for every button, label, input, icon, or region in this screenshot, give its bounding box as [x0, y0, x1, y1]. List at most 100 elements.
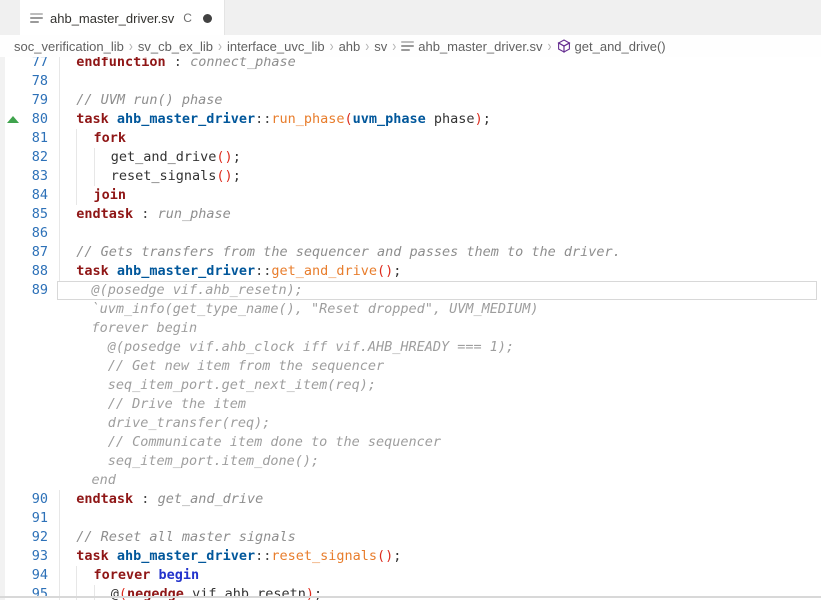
code-line-82[interactable]: 82get_and_drive(); [0, 148, 821, 167]
line-number[interactable] [26, 452, 48, 471]
symbol-method-icon [557, 39, 571, 53]
ghost-suggestion-line[interactable]: // Communicate item done to the sequence… [0, 433, 821, 452]
token-type: ahb_master_driver [117, 263, 255, 279]
ghost-text: `uvm_info(get_type_name(), "Reset droppe… [92, 301, 539, 317]
glyph-margin [0, 110, 26, 129]
code-line-84[interactable]: 84 join [0, 186, 821, 205]
line-number[interactable]: 94 [26, 566, 48, 585]
code-text: task ahb_master_driver::run_phase(uvm_ph… [48, 110, 491, 129]
code-line-79[interactable]: 79// UVM run() phase [0, 91, 821, 110]
line-number[interactable] [26, 357, 48, 376]
code-text: forever begin [48, 566, 199, 585]
code-line-78[interactable]: 78 [0, 72, 821, 91]
ghost-suggestion-line[interactable]: drive_transfer(req); [0, 414, 821, 433]
breadcrumb-item[interactable]: ahb [339, 39, 361, 54]
line-number[interactable]: 80 [26, 110, 48, 129]
breadcrumb-item[interactable]: sv_cb_ex_lib [138, 39, 213, 54]
git-status-badge: C [183, 11, 192, 25]
code-line-77[interactable]: 77endfunction : connect_phase [0, 57, 821, 72]
code-text: // Communicate item done to the sequence… [48, 433, 441, 452]
breadcrumb-item-file[interactable]: ahb_master_driver.sv [401, 39, 542, 54]
change-marker-icon[interactable] [7, 116, 19, 123]
glyph-margin [0, 262, 26, 281]
code-line-80[interactable]: 80task ahb_master_driver::run_phase(uvm_… [0, 110, 821, 129]
line-number[interactable] [26, 395, 48, 414]
ghost-suggestion-line[interactable]: seq_item_port.get_next_item(req); [0, 376, 821, 395]
ghost-suggestion-line[interactable]: forever begin [0, 319, 821, 338]
token-label: get_and_drive [158, 491, 264, 507]
line-number[interactable]: 77 [26, 57, 48, 72]
line-number[interactable]: 86 [26, 224, 48, 243]
code-line-94[interactable]: 94forever begin [0, 566, 821, 585]
code-line-86[interactable]: 86 [0, 224, 821, 243]
indent-guide [59, 528, 76, 547]
code-text: `uvm_info(get_type_name(), "Reset droppe… [48, 300, 539, 319]
chevron-right-icon: › [365, 37, 369, 55]
breadcrumb-item[interactable]: interface_uvc_lib [227, 39, 325, 54]
ghost-suggestion-line[interactable]: end [0, 471, 821, 490]
code-text: // Get new item from the sequencer [48, 357, 384, 376]
line-number[interactable]: 91 [26, 509, 48, 528]
line-number[interactable] [26, 471, 48, 490]
line-number[interactable]: 79 [26, 91, 48, 110]
code-text: // Drive the item [48, 395, 246, 414]
glyph-margin [0, 148, 26, 167]
ghost-text: forever begin [92, 320, 198, 336]
token-kw2: begin [159, 567, 200, 583]
line-number[interactable] [26, 338, 48, 357]
indent-guide [59, 566, 76, 585]
ghost-text: drive_transfer(req); [108, 415, 271, 431]
code-editor[interactable]: 77endfunction : connect_phase7879// UVM … [0, 57, 821, 600]
code-line-93[interactable]: 93task ahb_master_driver::reset_signals(… [0, 547, 821, 566]
breadcrumb-symbol: get_and_drive() [575, 39, 666, 54]
code-line-91[interactable]: 91 [0, 509, 821, 528]
code-line-87[interactable]: 87// Gets transfers from the sequencer a… [0, 243, 821, 262]
ghost-suggestion-line[interactable]: // Get new item from the sequencer [0, 357, 821, 376]
ghost-suggestion-line[interactable]: `uvm_info(get_type_name(), "Reset droppe… [0, 300, 821, 319]
line-number[interactable]: 87 [26, 243, 48, 262]
line-number[interactable] [26, 433, 48, 452]
code-line-88[interactable]: 88task ahb_master_driver::get_and_drive(… [0, 262, 821, 281]
modified-dot-icon[interactable] [203, 14, 212, 23]
line-number[interactable] [26, 319, 48, 338]
token-kw: endtask [76, 206, 133, 222]
breadcrumb-item[interactable]: sv [374, 39, 387, 54]
line-number[interactable]: 82 [26, 148, 48, 167]
line-number[interactable]: 90 [26, 490, 48, 509]
line-number[interactable]: 84 [26, 186, 48, 205]
glyph-margin [0, 395, 26, 414]
line-number[interactable]: 88 [26, 262, 48, 281]
token-fn: run_phase [271, 111, 344, 127]
line-number[interactable]: 93 [26, 547, 48, 566]
breadcrumb-item-symbol[interactable]: get_and_drive() [557, 39, 666, 54]
line-number[interactable] [26, 300, 48, 319]
ghost-suggestion-line[interactable]: @(posedge vif.ahb_clock iff vif.AHB_HREA… [0, 338, 821, 357]
line-number[interactable]: 85 [26, 205, 48, 224]
line-number[interactable] [26, 414, 48, 433]
token-kw: join [94, 187, 127, 203]
indent-guide [59, 148, 76, 167]
line-number[interactable]: 78 [26, 72, 48, 91]
ghost-suggestion-line[interactable]: // Drive the item [0, 395, 821, 414]
tab-ahb-master-driver[interactable]: ahb_master_driver.sv C [20, 0, 225, 36]
line-number[interactable]: 89 [26, 281, 48, 300]
breadcrumb-filename: ahb_master_driver.sv [418, 39, 542, 54]
line-number[interactable]: 92 [26, 528, 48, 547]
line-number[interactable]: 83 [26, 167, 48, 186]
code-text: // Reset all master signals [48, 528, 296, 547]
code-line-83[interactable]: 83reset_signals(); [0, 167, 821, 186]
chevron-right-icon: › [548, 37, 552, 55]
code-line-85[interactable]: 85endtask : run_phase [0, 205, 821, 224]
code-line-90[interactable]: 90endtask : get_and_drive [0, 490, 821, 509]
code-text: @(posedge vif.ahb_clock iff vif.AHB_HREA… [48, 338, 514, 357]
code-line-92[interactable]: 92// Reset all master signals [0, 528, 821, 547]
code-line-81[interactable]: 81fork [0, 129, 821, 148]
glyph-margin [0, 72, 26, 91]
breadcrumb-item[interactable]: soc_verification_lib [14, 39, 124, 54]
line-number[interactable]: 81 [26, 129, 48, 148]
line-number[interactable] [26, 376, 48, 395]
ghost-suggestion-line[interactable]: seq_item_port.item_done(); [0, 452, 821, 471]
code-line-89[interactable]: 89 @(posedge vif.ahb_resetn); [0, 281, 821, 300]
token-punct: :: [255, 263, 271, 279]
token-fn: get_and_drive [271, 263, 377, 279]
